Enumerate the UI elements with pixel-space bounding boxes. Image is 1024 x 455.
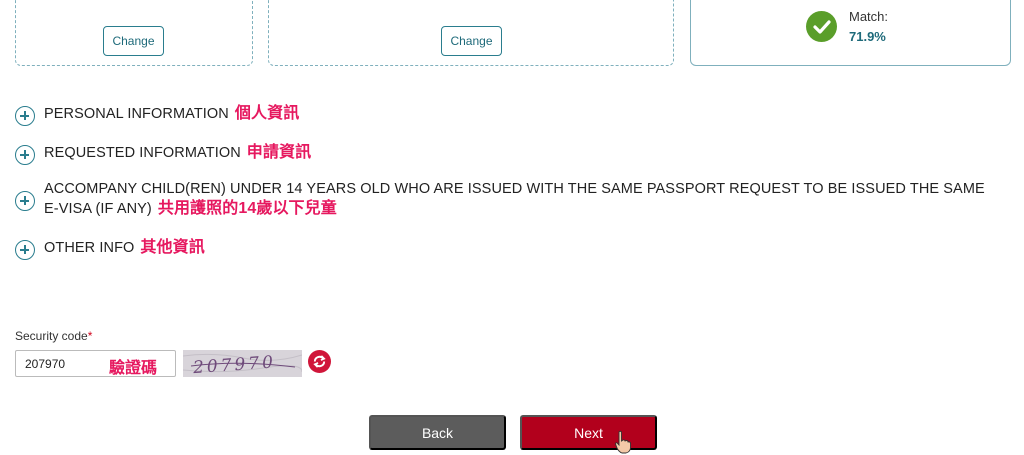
expand-plus-icon[interactable]	[15, 191, 35, 211]
next-button[interactable]: Next	[520, 415, 657, 450]
section-label: OTHER INFO	[44, 240, 135, 256]
section-annotation: 個人資訊	[234, 105, 300, 122]
match-label: Match:	[849, 9, 889, 24]
expand-plus-icon[interactable]	[15, 106, 35, 126]
section-label: REQUESTED INFORMATION	[44, 145, 241, 161]
change-photo-button[interactable]: Change	[103, 26, 164, 56]
section-accompany-children[interactable]: ACCOMPANY CHILD(REN) UNDER 14 YEARS OLD …	[15, 180, 999, 219]
expand-plus-icon[interactable]	[15, 240, 35, 260]
expand-plus-icon[interactable]	[15, 145, 35, 165]
change-passport-button[interactable]: Change	[441, 26, 502, 56]
passport-upload-card: Change	[268, 0, 674, 66]
back-button[interactable]: Back	[369, 415, 506, 450]
photo-upload-card: Change	[15, 0, 253, 66]
match-card: Match: 71.9%	[690, 0, 1011, 66]
captcha-image: 207970	[183, 350, 302, 377]
security-code-annotation: 驗證碼	[109, 360, 158, 377]
section-requested-information[interactable]: REQUESTED INFORMATION 申請資訊	[15, 143, 311, 165]
security-code-label: Security code*	[15, 329, 93, 343]
section-annotation: 共用護照的14歲以下兒童	[157, 200, 337, 217]
hand-cursor-icon	[614, 430, 632, 455]
check-circle-icon	[806, 11, 837, 42]
section-other-info[interactable]: OTHER INFO 其他資訊	[15, 238, 205, 260]
section-personal-information[interactable]: PERSONAL INFORMATION 個人資訊	[15, 104, 299, 126]
match-value: 71.9%	[849, 29, 886, 44]
section-annotation: 其他資訊	[140, 239, 205, 256]
refresh-icon[interactable]	[308, 350, 331, 373]
required-mark: *	[87, 329, 93, 343]
section-label: PERSONAL INFORMATION	[44, 106, 229, 122]
section-annotation: 申請資訊	[246, 144, 312, 161]
